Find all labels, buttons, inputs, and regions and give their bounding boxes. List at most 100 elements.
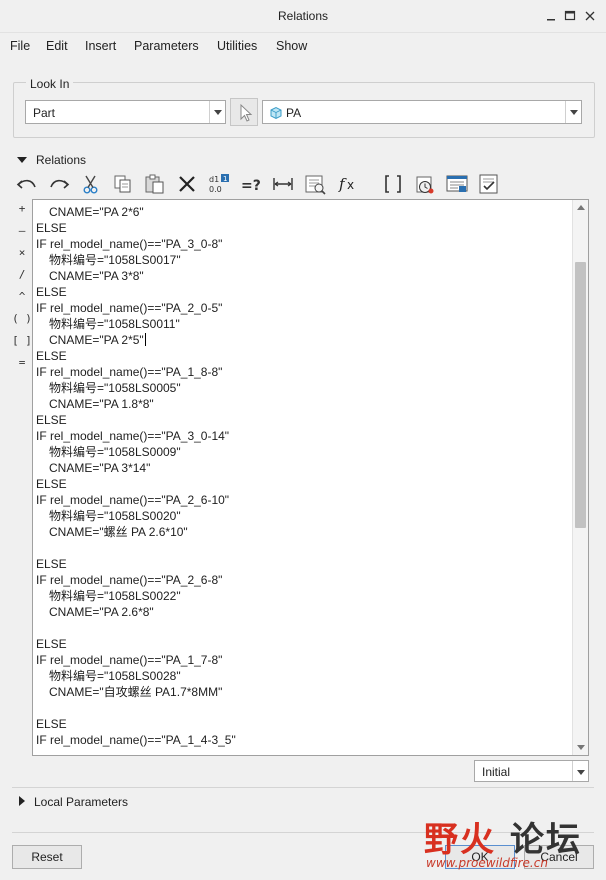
units-dropdown[interactable]: Initial (474, 760, 589, 782)
chevron-down-icon (572, 761, 588, 781)
reset-button[interactable]: Reset (12, 845, 82, 869)
svg-text:f: f (338, 175, 347, 193)
relation-line: ELSE (36, 285, 67, 299)
relation-line: IF rel_model_name()=="PA_2_6-10" (36, 493, 230, 507)
look-in-type-dropdown[interactable]: Part (25, 100, 226, 124)
equals-operator-button[interactable]: = (12, 356, 32, 369)
parentheses-operator-button[interactable]: ( ) (12, 312, 32, 325)
plus-operator-button[interactable]: + (12, 202, 32, 215)
ok-button[interactable]: OK (445, 845, 515, 869)
parameter-button[interactable] (302, 171, 328, 197)
title-bar: Relations (0, 0, 606, 33)
menu-bar: File Edit Insert Parameters Utilities Sh… (0, 33, 606, 60)
verify-icon (479, 174, 498, 194)
menu-show[interactable]: Show (276, 39, 307, 53)
svg-text:0.0: 0.0 (209, 185, 222, 194)
chevron-down-icon (565, 101, 581, 123)
cut-button[interactable] (78, 171, 104, 197)
redo-icon (50, 179, 70, 189)
copy-icon (114, 175, 131, 193)
brackets-icon (385, 175, 401, 193)
switch-dimensions-button[interactable]: d1 0.0 1 (206, 171, 232, 197)
look-in-type-value: Part (33, 106, 56, 120)
menu-insert[interactable]: Insert (85, 39, 116, 53)
svg-text:1: 1 (223, 175, 227, 183)
menu-parameters[interactable]: Parameters (134, 39, 199, 53)
scroll-down-icon[interactable] (573, 739, 588, 755)
menu-edit[interactable]: Edit (46, 39, 68, 53)
relation-line: 物料编号="1058LS0020" (49, 509, 181, 523)
menu-utilities[interactable]: Utilities (217, 39, 257, 53)
sort-button[interactable] (412, 171, 438, 197)
menu-file[interactable]: File (10, 39, 30, 53)
units-value: Initial (482, 765, 511, 779)
redo-button[interactable] (46, 171, 72, 197)
minus-operator-button[interactable]: – (12, 224, 32, 237)
undo-icon (16, 179, 36, 189)
expand-arrow-icon (19, 796, 25, 806)
text-caret (144, 333, 146, 346)
relation-line: 物料编号="1058LS0011" (49, 317, 180, 331)
copy-button[interactable] (110, 171, 136, 197)
maximize-button[interactable] (560, 6, 580, 26)
relation-line: 物料编号="1058LS0009" (49, 445, 181, 459)
relation-line: IF rel_model_name()=="PA_1_7-8" (36, 653, 223, 667)
insert-dimension-icon (273, 178, 293, 190)
minimize-icon (547, 19, 555, 21)
relation-line: CNAME="PA 3*8" (49, 269, 144, 283)
maximize-icon (564, 10, 576, 21)
relation-line (36, 620, 570, 636)
relation-line: ELSE (36, 557, 67, 571)
relation-line: IF rel_model_name()=="PA_3_0-8" (36, 237, 223, 251)
relation-line: IF rel_model_name()=="PA_1_8-8" (36, 365, 223, 379)
relation-line: 物料编号="1058LS0005" (49, 381, 181, 395)
relation-line (36, 540, 570, 556)
close-icon (585, 11, 595, 21)
paste-button[interactable] (142, 171, 168, 197)
close-button[interactable] (580, 6, 600, 26)
relation-line: ELSE (36, 717, 67, 731)
relation-line: 物料编号="1058LS0028" (49, 669, 181, 683)
relations-section-toggle[interactable]: Relations (17, 153, 86, 167)
svg-text:d1: d1 (209, 175, 219, 184)
verify-button[interactable] (476, 171, 502, 197)
evaluate-button[interactable]: =? (238, 171, 264, 197)
select-model-button[interactable] (230, 98, 258, 126)
insert-dimension-button[interactable] (270, 171, 296, 197)
collapse-arrow-icon (17, 157, 27, 163)
function-button[interactable]: fx (334, 171, 374, 197)
evaluate-icon: =? (241, 178, 261, 194)
relation-line: IF rel_model_name()=="PA_2_6-8" (36, 573, 223, 587)
relations-editor[interactable]: CNAME="PA 2*6" ELSE IF rel_model_name()=="… (32, 199, 589, 756)
function-icon: fx (338, 175, 354, 193)
delete-button[interactable] (174, 171, 200, 197)
look-in-model-dropdown[interactable]: PA (262, 100, 582, 124)
relation-line: CNAME="自攻螺丝 PA1.7*8MM" (49, 685, 223, 699)
execute-icon (446, 175, 468, 192)
cancel-button[interactable]: Cancel (524, 845, 594, 869)
svg-text:x: x (347, 178, 354, 192)
minimize-button[interactable] (541, 6, 561, 26)
chevron-down-icon (209, 101, 225, 123)
relation-line: ELSE (36, 413, 67, 427)
relation-line: 物料编号="1058LS0022" (49, 589, 181, 603)
multiply-operator-button[interactable]: × (12, 246, 32, 259)
undo-button[interactable] (14, 171, 40, 197)
power-operator-button[interactable]: ^ (12, 290, 32, 303)
relation-line-text: CNAME="PA 2*5" (49, 333, 144, 347)
part-icon (270, 106, 282, 120)
relation-line: CNAME="PA 2.6*8" (49, 605, 154, 619)
relation-line: CNAME="PA 2*6" (49, 205, 144, 219)
local-parameters-label: Local Parameters (34, 795, 129, 809)
brackets-operator-button[interactable]: [ ] (12, 334, 32, 347)
divide-operator-button[interactable]: / (12, 268, 32, 281)
local-parameters-toggle[interactable]: Local Parameters (19, 795, 128, 809)
execute-button[interactable] (444, 171, 470, 197)
brackets-button[interactable] (380, 171, 406, 197)
scroll-up-icon[interactable] (573, 200, 588, 216)
editor-scrollbar[interactable] (572, 200, 588, 755)
cut-icon (83, 175, 98, 194)
scroll-thumb[interactable] (575, 262, 586, 528)
relation-line: ELSE (36, 477, 67, 491)
relation-line: CNAME="螺丝 PA 2.6*10" (49, 525, 188, 539)
